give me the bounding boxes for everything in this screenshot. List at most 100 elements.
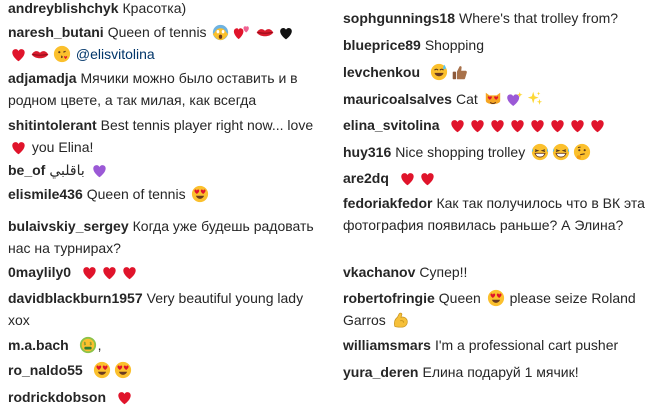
- kiss-lips-icon: [255, 24, 275, 41]
- comment-text: Shopping: [424, 37, 484, 53]
- comment-text: Супер!!: [419, 264, 468, 280]
- red-heart-icon: [10, 46, 27, 63]
- comment: mauricoalsalves Cat: [343, 88, 655, 110]
- comment: adjamadja Мячики можно было оставить и в …: [8, 67, 318, 111]
- comment: naresh_butani Queen of tennis @elisvitoli…: [8, 21, 318, 65]
- comment-username[interactable]: davidblackburn1957: [8, 290, 143, 306]
- comment-text: Cat: [455, 91, 478, 107]
- red-heart-icon: [10, 139, 27, 156]
- comment-username[interactable]: yura_deren: [343, 364, 418, 380]
- comment-text: Queen of tennis: [86, 186, 186, 202]
- comment-username[interactable]: fedoriakfedor: [343, 195, 432, 211]
- two-hearts-icon: [232, 24, 252, 41]
- heart-eyes-face-icon: [191, 185, 209, 203]
- comment-text: ,: [97, 337, 102, 353]
- comment-username[interactable]: blueprice89: [343, 37, 421, 53]
- grinning-sweat-face-icon: [552, 143, 570, 161]
- heart-eyes-face-icon: [487, 289, 505, 307]
- comment-text: Where's that trolley from?: [459, 10, 619, 26]
- comment-username[interactable]: be_of: [8, 162, 45, 178]
- comment-username[interactable]: vkachanov: [343, 264, 415, 280]
- comment-text: Best tennis player right now... love: [100, 117, 314, 133]
- comment-username[interactable]: elina_svitolina: [343, 117, 439, 133]
- comment: 0maylily0: [8, 261, 318, 283]
- comment-username[interactable]: adjamadja: [8, 70, 76, 86]
- comment: williamsmars I'm a professional cart push…: [343, 334, 655, 356]
- heart-eyes-face-icon: [114, 361, 132, 379]
- comment-text: I'm a professional cart pusher: [434, 337, 619, 353]
- comment-username[interactable]: m.a.bach: [8, 337, 69, 353]
- svg-text:$: $: [83, 341, 86, 347]
- comment-username[interactable]: ro_naldo55: [8, 362, 83, 378]
- comment-text: باقلبي: [49, 162, 85, 178]
- comment-username[interactable]: bulaivskiy_sergey: [8, 218, 129, 234]
- red-heart-icon: [489, 117, 506, 134]
- svg-text:$: $: [89, 341, 92, 347]
- red-heart-icon: [509, 117, 526, 134]
- comment: huy316 Nice shopping trolley: [343, 141, 655, 163]
- comment: ro_naldo55: [8, 359, 318, 381]
- purple-heart-icon: [91, 162, 108, 179]
- comment: bulaivskiy_sergey Когда уже будешь радова…: [8, 215, 318, 259]
- flexed-bicep-icon: [392, 311, 410, 329]
- red-heart-icon: [469, 117, 486, 134]
- comment: robertofringie Queen please seize Roland …: [343, 287, 655, 331]
- comment-text: Елина подаруй 1 мячик!: [422, 364, 579, 380]
- red-heart-icon: [121, 264, 138, 281]
- comment: blueprice89 Shopping: [343, 34, 655, 56]
- comment-text: Queen: [438, 290, 481, 306]
- comment: elina_svitolina: [343, 114, 655, 136]
- comment-username[interactable]: huy316: [343, 144, 391, 160]
- money-mouth-face-icon: $ $: [79, 336, 97, 354]
- comment: are2dq: [343, 167, 655, 189]
- comment-username[interactable]: williamsmars: [343, 337, 431, 353]
- red-heart-icon: [419, 170, 436, 187]
- comment: vkachanov Супер!!: [343, 261, 655, 283]
- comment-text-after: you Elina!: [31, 139, 94, 155]
- black-heart-icon: [278, 25, 294, 41]
- comment-text: Queen of tennis: [107, 24, 207, 40]
- comment: rodrickdobson: [8, 386, 318, 408]
- comment: shitintolerant Best tennis player right n…: [8, 114, 318, 158]
- heart-eyes-face-icon: [93, 361, 111, 379]
- comment-username[interactable]: naresh_butani: [8, 24, 104, 40]
- red-heart-icon: [81, 264, 98, 281]
- scream-face-icon: [212, 24, 229, 41]
- red-heart-icon: [101, 264, 118, 281]
- comment-username[interactable]: sophgunnings18: [343, 10, 455, 26]
- red-heart-icon: [116, 389, 133, 406]
- red-heart-icon: [549, 117, 566, 134]
- red-heart-icon: [529, 117, 546, 134]
- comment-text: Красотка): [122, 0, 187, 16]
- comment-username[interactable]: rodrickdobson: [8, 389, 106, 405]
- comment-username[interactable]: are2dq: [343, 170, 389, 186]
- comment: fedoriakfedor Как так получилось что в ВК…: [343, 192, 655, 236]
- comment-text: Nice shopping trolley: [395, 144, 526, 160]
- red-heart-icon: [589, 117, 606, 134]
- comment-username[interactable]: andreyblishchyk: [8, 0, 119, 16]
- comment-username[interactable]: mauricoalsalves: [343, 91, 452, 107]
- comment-username[interactable]: robertofringie: [343, 290, 435, 306]
- sparkling-heart-icon: [505, 91, 523, 108]
- sweat-smile-face-icon: [430, 63, 448, 81]
- comment: sophgunnings18 Where's that trolley from?: [343, 7, 655, 29]
- comment: m.a.bach $ $,: [8, 334, 318, 356]
- comment-username[interactable]: levchenkou: [343, 64, 420, 80]
- comment: be_of باقلبي: [8, 159, 318, 181]
- red-heart-icon: [569, 117, 586, 134]
- red-heart-icon: [399, 170, 416, 187]
- thinking-face-icon: [573, 143, 591, 161]
- red-heart-icon: [449, 117, 466, 134]
- mention-link[interactable]: @elisvitolina: [76, 46, 155, 62]
- sparkles-icon: [526, 90, 544, 108]
- kissing-face-icon: [53, 45, 71, 63]
- heart-eyes-cat-icon: [484, 90, 502, 108]
- thumbs-up-icon: [451, 64, 468, 81]
- comment: elismile436 Queen of tennis: [8, 183, 318, 205]
- comment-username[interactable]: elismile436: [8, 186, 83, 202]
- comment: davidblackburn1957 Very beautiful young l…: [8, 287, 318, 331]
- comment-username[interactable]: shitintolerant: [8, 117, 97, 133]
- kiss-lips-icon: [30, 46, 50, 63]
- comment: yura_deren Елина подаруй 1 мячик!: [343, 361, 655, 383]
- comment-username[interactable]: 0maylily0: [8, 264, 71, 280]
